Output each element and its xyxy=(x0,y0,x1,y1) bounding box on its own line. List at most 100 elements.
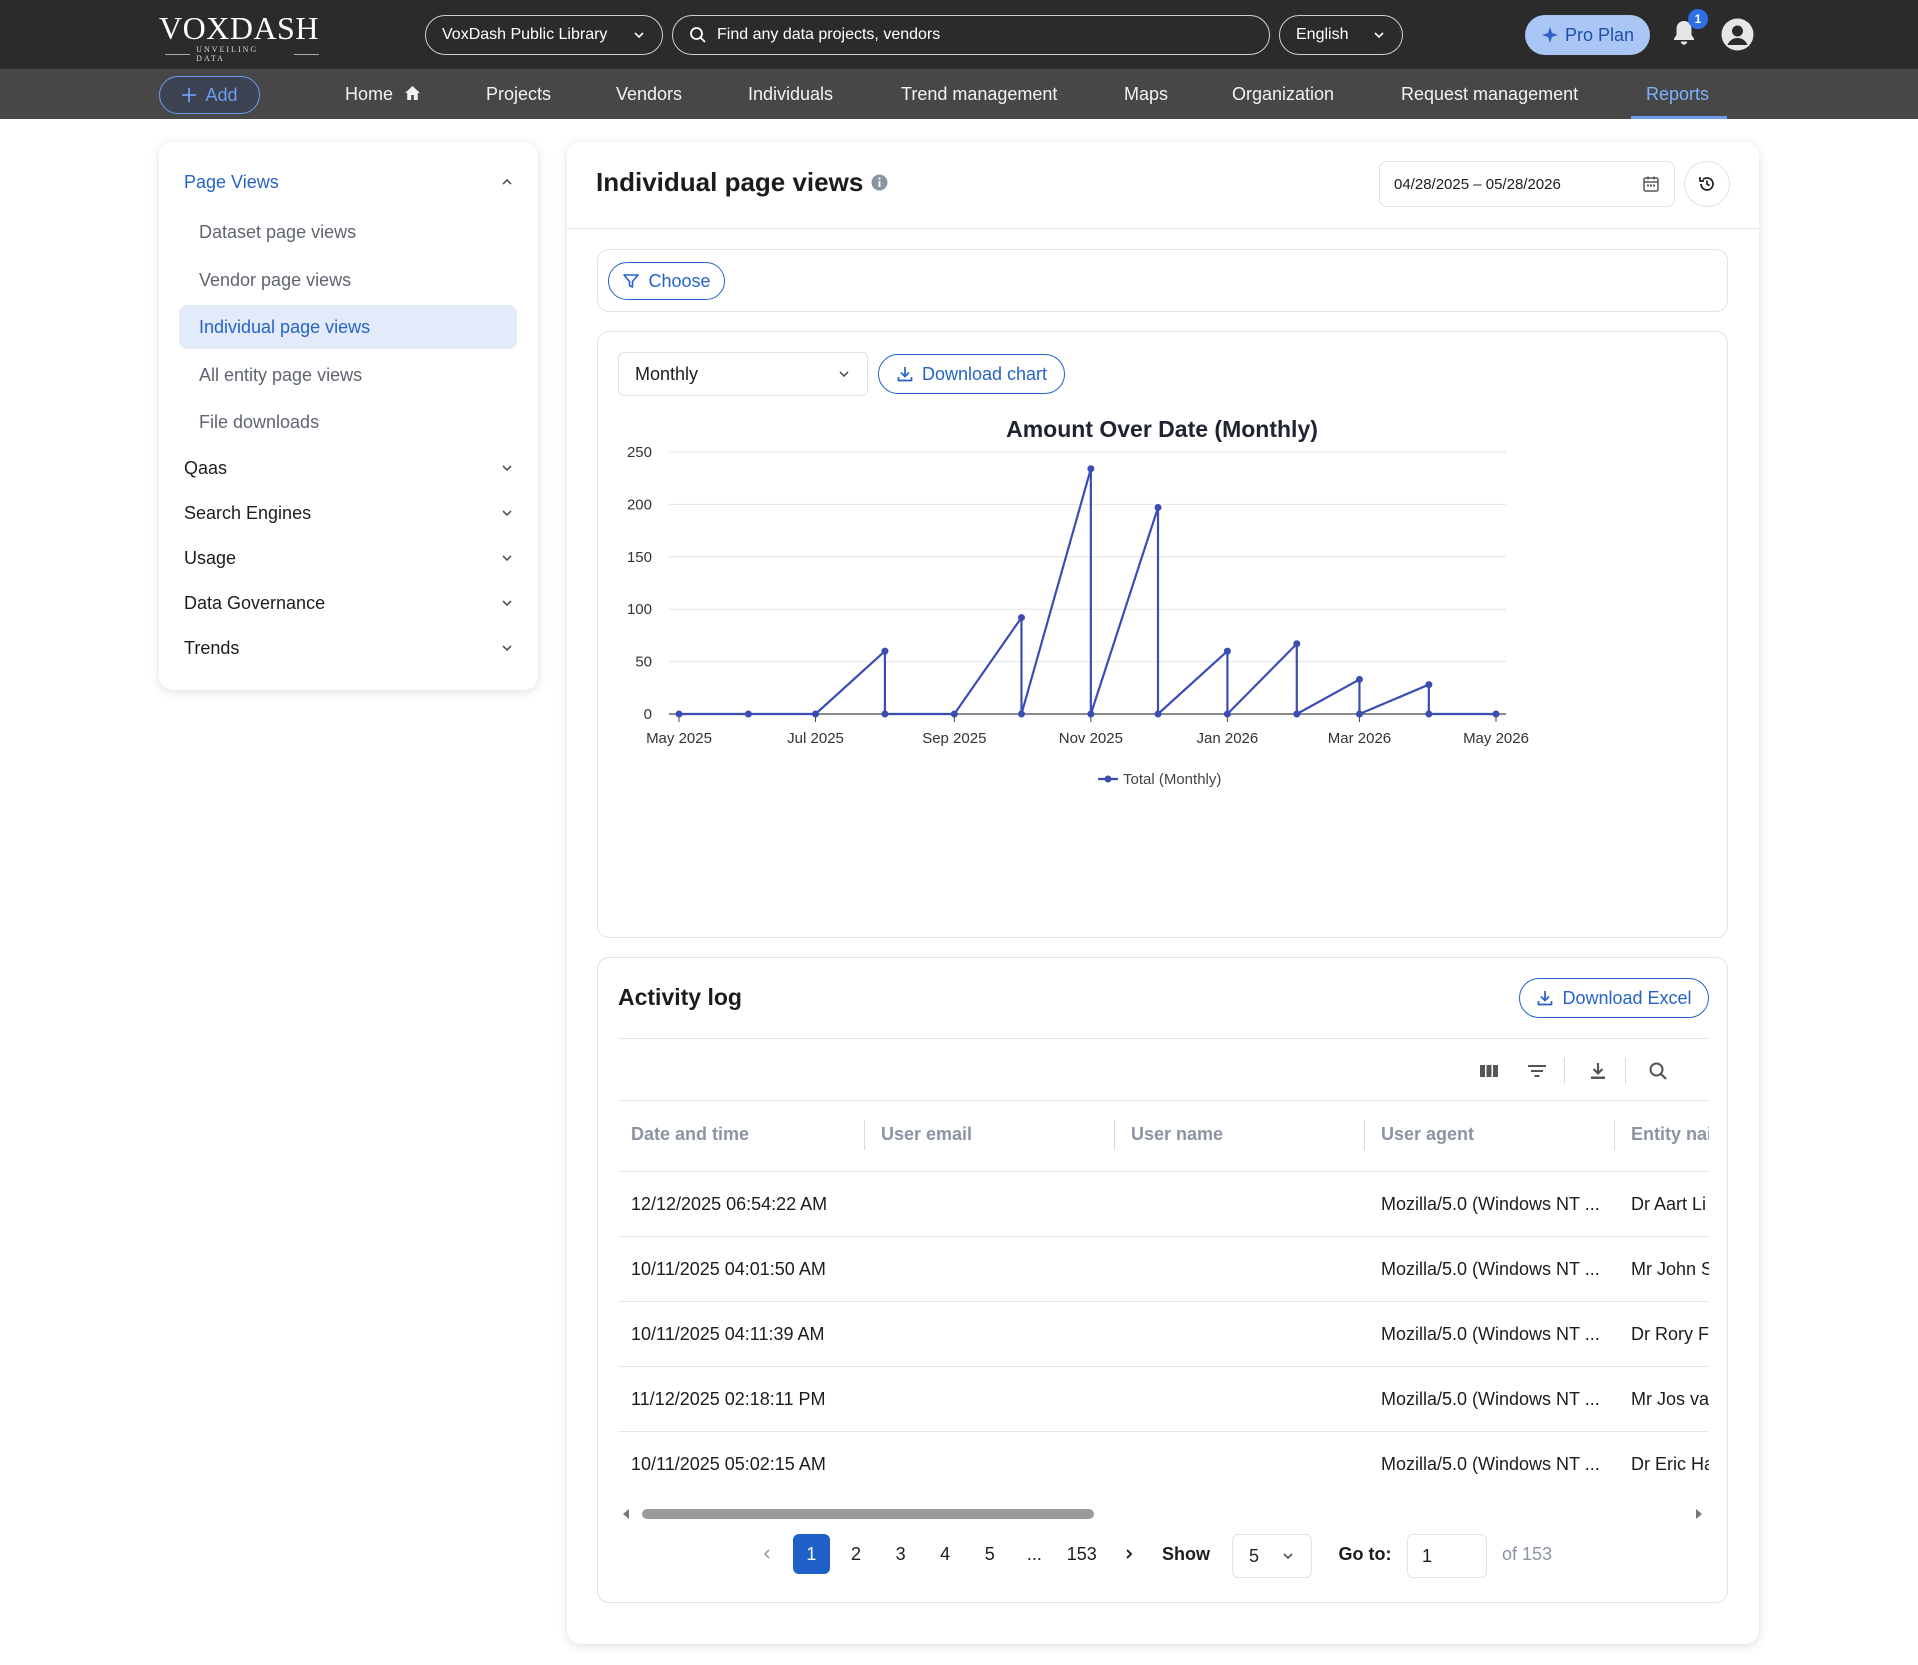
pro-plan-button[interactable]: Pro Plan xyxy=(1525,15,1650,55)
page-title: Individual page views xyxy=(596,167,888,198)
scroll-left-arrow-icon[interactable] xyxy=(620,1506,632,1522)
chevron-down-icon xyxy=(1374,32,1384,39)
table-row[interactable]: 12/12/2025 06:54:22 AM Mozilla/5.0 (Wind… xyxy=(618,1172,1709,1237)
page-size-value: 5 xyxy=(1249,1545,1260,1566)
column-header-entity-name[interactable]: Entity nai xyxy=(1631,1116,1709,1152)
data-point xyxy=(675,710,683,718)
reset-timer-icon xyxy=(1699,177,1714,191)
sidebar-group-search-engines[interactable]: Search Engines xyxy=(184,498,514,528)
sidebar-item-individual-page-views[interactable]: Individual page views xyxy=(179,305,517,349)
cell-entity-name: Dr Rory F xyxy=(1631,1324,1709,1344)
cell-user-name xyxy=(1131,1237,1371,1301)
sidebar-item-vendor-page-views[interactable]: Vendor page views xyxy=(179,258,517,302)
cell-user-email xyxy=(881,1367,1121,1431)
logo[interactable]: VOXDASH UNVEILING DATA xyxy=(159,10,319,63)
scroll-right-arrow-icon[interactable] xyxy=(1693,1506,1705,1522)
export-download-icon[interactable] xyxy=(1585,1058,1611,1084)
date-range-picker[interactable]: 04/28/2025 – 05/28/2026 xyxy=(1379,161,1675,207)
home-icon xyxy=(405,86,421,100)
column-resizer[interactable] xyxy=(1114,1120,1115,1150)
table-search-icon[interactable] xyxy=(1645,1058,1671,1084)
info-icon[interactable] xyxy=(871,174,888,191)
table-row[interactable]: 10/11/2025 04:01:50 AM Mozilla/5.0 (Wind… xyxy=(618,1237,1709,1302)
data-point xyxy=(881,710,889,718)
goto-page-input[interactable] xyxy=(1407,1534,1487,1578)
cell-date-and-time: 11/12/2025 02:18:11 PM xyxy=(631,1389,826,1409)
sidebar-group-qaas[interactable]: Qaas xyxy=(184,453,514,483)
sidebar-item-all-entity-page-views[interactable]: All entity page views xyxy=(179,353,517,397)
scrollbar-thumb[interactable] xyxy=(642,1509,1094,1519)
y-tick-label: 150 xyxy=(627,549,652,566)
nav-item-projects[interactable]: Projects xyxy=(486,69,551,119)
page-button-2[interactable]: 2 xyxy=(837,1534,875,1574)
table-row[interactable]: 11/12/2025 02:18:11 PM Mozilla/5.0 (Wind… xyxy=(618,1367,1709,1432)
nav-item-vendors[interactable]: Vendors xyxy=(616,69,682,119)
sidebar-group-usage[interactable]: Usage xyxy=(184,543,514,573)
sidebar-item-file-downloads[interactable]: File downloads xyxy=(179,400,517,444)
cell-date-and-time: 10/11/2025 05:02:15 AM xyxy=(631,1454,826,1474)
column-resizer[interactable] xyxy=(1364,1120,1365,1150)
sidebar-group-page-views[interactable]: Page Views xyxy=(184,167,514,197)
table-row[interactable]: 10/11/2025 05:02:15 AM Mozilla/5.0 (Wind… xyxy=(618,1432,1709,1497)
column-resizer[interactable] xyxy=(864,1120,865,1150)
page-button-153[interactable]: 153 xyxy=(1060,1534,1103,1574)
activity-log-title: Activity log xyxy=(618,984,742,1010)
data-point xyxy=(950,710,958,718)
nav-item-maps[interactable]: Maps xyxy=(1124,69,1168,119)
next-page-button[interactable] xyxy=(1110,1534,1148,1574)
table-row[interactable]: 10/11/2025 04:11:39 AM Mozilla/5.0 (Wind… xyxy=(618,1302,1709,1367)
data-point xyxy=(744,710,752,718)
search-input[interactable] xyxy=(717,26,1237,44)
sidebar-group-data-governance[interactable]: Data Governance xyxy=(184,588,514,618)
page-button-4[interactable]: 4 xyxy=(926,1534,964,1574)
previous-page-button[interactable] xyxy=(748,1534,786,1574)
x-tick-label: May 2026 xyxy=(1463,730,1529,747)
language-select[interactable]: English xyxy=(1279,15,1403,55)
date-range-value: 04/28/2025 – 05/28/2026 xyxy=(1394,175,1561,193)
cell-date-and-time: 10/11/2025 04:11:39 AM xyxy=(631,1324,825,1344)
nav-item-request-management[interactable]: Request management xyxy=(1401,69,1578,119)
library-select[interactable]: VoxDash Public Library xyxy=(425,15,663,55)
data-point xyxy=(1293,710,1301,718)
choose-filter-button[interactable]: Choose xyxy=(608,262,725,300)
filter-list-icon[interactable] xyxy=(1524,1058,1550,1084)
add-button[interactable]: Add xyxy=(159,76,260,114)
main-panel: Individual page views 04/28/2025 – 05/28… xyxy=(567,142,1759,1644)
data-point xyxy=(1355,710,1363,718)
column-resizer[interactable] xyxy=(1614,1120,1615,1150)
sidebar-group-trends[interactable]: Trends xyxy=(184,633,514,663)
columns-icon[interactable] xyxy=(1476,1058,1502,1084)
column-header-date-and-time[interactable]: Date and time xyxy=(631,1116,861,1152)
nav-item-individuals[interactable]: Individuals xyxy=(748,69,833,119)
cell-user-agent: Mozilla/5.0 (Windows NT ... xyxy=(1381,1454,1600,1474)
user-avatar-icon[interactable] xyxy=(1721,18,1754,51)
chart-legend[interactable]: Total (Monthly) xyxy=(1098,771,1221,788)
page-button-1[interactable]: 1 xyxy=(792,1534,831,1574)
cell-date-and-time: 10/11/2025 04:01:50 AM xyxy=(631,1259,826,1279)
table-horizontal-scrollbar[interactable] xyxy=(618,1506,1709,1522)
calendar-icon xyxy=(1643,176,1659,192)
nav-item-organization[interactable]: Organization xyxy=(1232,69,1334,119)
nav-item-reports[interactable]: Reports xyxy=(1646,69,1709,119)
chevron-down-icon xyxy=(634,32,644,39)
chevron-up-icon xyxy=(502,178,512,185)
column-header-user-agent[interactable]: User agent xyxy=(1381,1116,1611,1152)
y-tick-label: 50 xyxy=(635,654,652,671)
toolbar-separator xyxy=(1564,1058,1565,1084)
x-tick-label: Sep 2025 xyxy=(922,730,986,747)
activity-log-panel: Activity log Download Excel Date and tim… xyxy=(597,957,1728,1603)
language-select-value: English xyxy=(1296,26,1349,43)
search-box[interactable] xyxy=(672,15,1270,55)
sidebar-item-dataset-page-views[interactable]: Dataset page views xyxy=(179,210,517,254)
column-header-user-name[interactable]: User name xyxy=(1131,1116,1361,1152)
page-size-select[interactable]: 5 xyxy=(1232,1534,1312,1578)
download-excel-button[interactable]: Download Excel xyxy=(1519,978,1709,1018)
page-button-5[interactable]: 5 xyxy=(971,1534,1009,1574)
page-button-3[interactable]: 3 xyxy=(882,1534,920,1574)
nav-item-trend-management[interactable]: Trend management xyxy=(901,69,1057,119)
cell-user-name xyxy=(1131,1432,1371,1496)
nav-item-home[interactable]: Home xyxy=(345,69,421,119)
chevron-right-icon xyxy=(1126,1549,1133,1559)
column-header-user-email[interactable]: User email xyxy=(881,1116,1111,1152)
reset-button[interactable] xyxy=(1684,161,1730,207)
